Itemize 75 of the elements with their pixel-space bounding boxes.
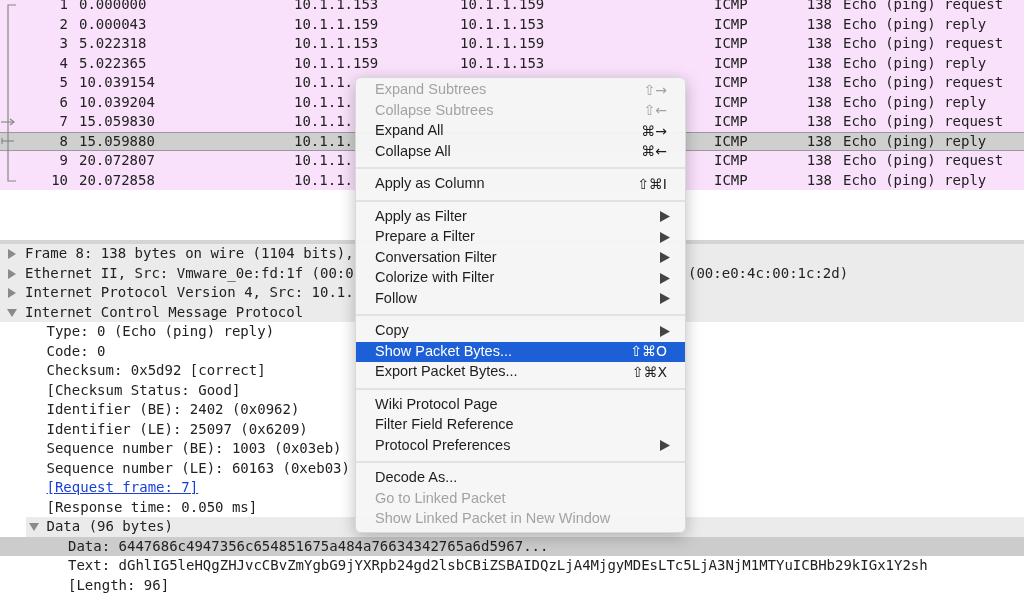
packet-info-cell: Echo (ping) request — [843, 74, 1004, 91]
packet-time-cell: 20.072807 — [79, 152, 155, 169]
packet-source-cell: 10.1.1. — [294, 74, 353, 91]
packet-no-cell: 9 — [59, 152, 68, 169]
detail-text: Internet Protocol Version 4, Src: 10.1. — [25, 283, 354, 303]
packet-source-cell: 10.1.1.159 — [294, 54, 379, 71]
packet-length-cell: 138 — [806, 152, 832, 169]
packet-length-cell: 138 — [806, 15, 832, 32]
detail-text: Data: 6447686c4947356c654851675a484a76634342765a6d5967... — [68, 536, 549, 556]
packet-info-cell: Echo (ping) reply — [843, 54, 987, 71]
detail-text: [Checksum Status: Good] — [46, 380, 241, 400]
packet-source-cell: 10.1.1. — [294, 113, 353, 130]
packet-destination-cell: 10.1.1.153 — [460, 15, 545, 32]
packet-info-cell: Echo (ping) request — [843, 152, 1004, 169]
detail-text: Sequence number (LE): 60163 (0xeb03) — [46, 458, 350, 478]
packet-protocol-cell: ICMP — [714, 35, 748, 52]
packet-no-cell: 2 — [59, 15, 68, 32]
detail-text: Checksum: 0x5d92 [correct] — [46, 361, 266, 381]
packet-no-cell: 10 — [51, 171, 68, 188]
packet-no-cell: 8 — [59, 132, 68, 149]
packet-length-cell: 138 — [806, 35, 832, 52]
packet-info-cell: Echo (ping) request — [843, 113, 1004, 130]
detail-text: Identifier (BE): 2402 (0x0962) — [46, 400, 300, 420]
packet-time-cell: 0.000043 — [79, 15, 147, 32]
packet-destination-cell: 10.1.1.159 — [460, 35, 545, 52]
packet-length-cell: 138 — [806, 74, 832, 91]
packet-length-cell: 138 — [806, 93, 832, 110]
packet-length-cell: 138 — [806, 54, 832, 71]
packet-info-cell: Echo (ping) request — [843, 35, 1004, 52]
packet-source-cell: 10.1.1. — [294, 93, 353, 110]
packet-protocol-cell: ICMP — [714, 132, 748, 149]
packet-protocol-cell: ICMP — [714, 113, 748, 130]
packet-source-cell: 10.1.1.153 — [294, 35, 379, 52]
packet-info-cell: Echo (ping) reply — [843, 171, 987, 188]
packet-no-cell: 4 — [59, 54, 68, 71]
packet-destination-cell: 10.1.1.153 — [460, 54, 545, 71]
detail-text: [Response time: 0.050 ms] — [46, 497, 258, 517]
detail-text: Ethernet II, Src: Vmware_0e:fd:1f (00:0 — [25, 263, 354, 284]
packet-length-cell: 138 — [806, 132, 832, 149]
packet-source-cell: 10.1.1. — [294, 152, 353, 169]
detail-text: Text: dGhlIG5leHQgZHJvcCBvZmYgbG9jYXRpb24gd2lsbCBiZSBAIDQzLjA4MjgyMDEsLTc5LjA3NjM1MTYuICBHb29kIGx1Y2sh — [68, 556, 928, 576]
packet-no-cell: 5 — [59, 74, 68, 91]
detail-text: Sequence number (BE): 1003 (0x03eb) — [46, 439, 342, 459]
packet-time-cell: 10.039154 — [79, 74, 155, 91]
packet-protocol-cell: ICMP — [714, 171, 748, 188]
packet-no-cell: 7 — [59, 113, 68, 130]
detail-text: (00:e0:4c:00:1c:2d) — [688, 263, 849, 283]
packet-time-cell: 10.039204 — [79, 93, 155, 110]
packet-source-cell: 10.1.1. — [294, 132, 353, 149]
packet-protocol-cell: ICMP — [714, 93, 748, 110]
packet-time-cell: 5.022318 — [79, 35, 147, 52]
detail-text: Frame 8: 138 bytes on wire (1104 bits), — [25, 244, 354, 264]
packet-protocol-cell: ICMP — [714, 152, 748, 169]
packet-protocol-cell: ICMP — [714, 54, 748, 71]
packet-source-cell: 10.1.1.159 — [294, 15, 379, 32]
detail-text: Data (96 bytes) — [46, 517, 173, 537]
packet-time-cell: 15.059830 — [79, 113, 155, 130]
packet-time-cell: 15.059880 — [79, 132, 155, 149]
packet-source-cell: 10.1.1. — [294, 171, 353, 188]
detail-text: Code: 0 — [46, 341, 106, 361]
packet-info-cell: Echo (ping) reply — [843, 132, 987, 149]
packet-info-cell: Echo (ping) reply — [843, 93, 987, 110]
packet-length-cell: 138 — [806, 113, 832, 130]
packet-time-cell: 20.072858 — [79, 171, 155, 188]
packet-no-cell: 3 — [59, 35, 68, 52]
packet-length-cell: 138 — [806, 171, 832, 188]
packet-protocol-cell: ICMP — [714, 15, 748, 32]
packet-protocol-cell: ICMP — [714, 74, 748, 91]
detail-text: Identifier (LE): 25097 (0x6209) — [46, 419, 308, 439]
detail-text: Type: 0 (Echo (ping) reply) — [46, 322, 275, 342]
detail-text: [Length: 96] — [68, 575, 170, 595]
packet-time-cell: 5.022365 — [79, 54, 147, 71]
detail-text: Internet Control Message Protocol — [25, 302, 304, 322]
packet-no-cell: 6 — [59, 93, 68, 110]
packet-info-cell: Echo (ping) reply — [843, 15, 987, 32]
